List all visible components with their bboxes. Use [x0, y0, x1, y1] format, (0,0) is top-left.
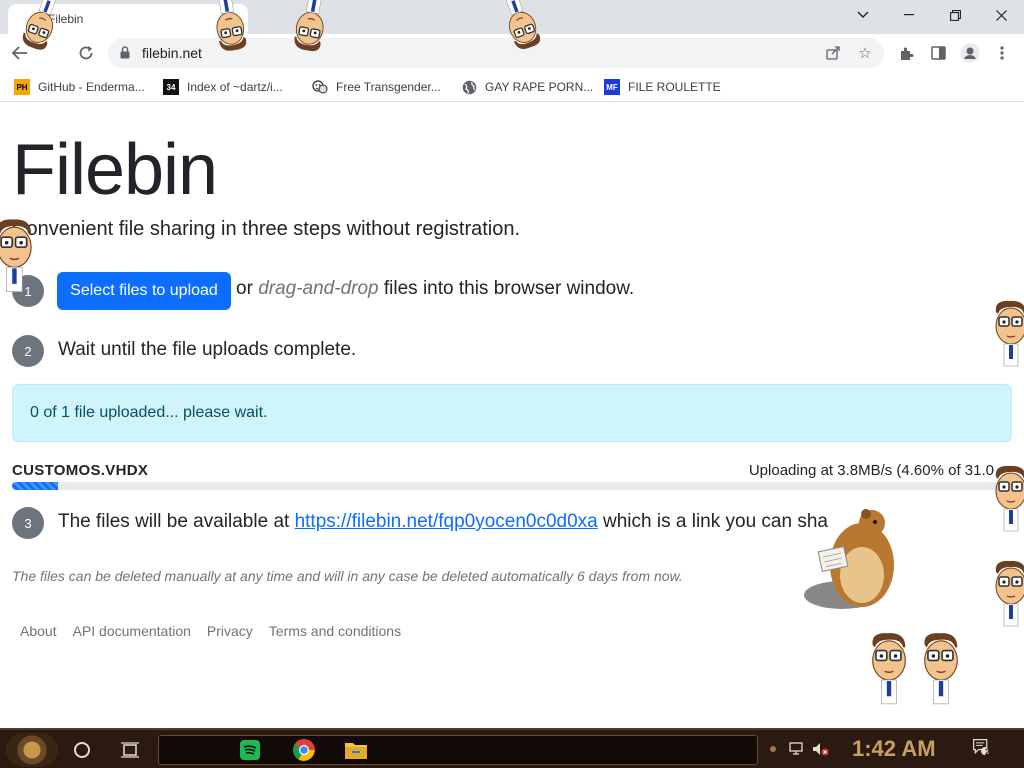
footer-about-link[interactable]: About [12, 623, 65, 639]
reload-icon[interactable] [72, 40, 100, 66]
start-button[interactable] [6, 733, 58, 767]
page-title: Filebin [12, 130, 218, 210]
ph-favicon-icon: PH [14, 79, 30, 95]
page-lead: Convenient file sharing in three steps w… [12, 218, 521, 240]
mf-favicon-icon: MF [604, 79, 620, 95]
extensions-icon[interactable] [894, 42, 918, 64]
step-1-or: or [236, 278, 253, 299]
page-content: Filebin Convenient file sharing in three… [0, 103, 1024, 728]
footer-api-docs-link[interactable]: API documentation [65, 623, 199, 639]
search-circle-icon[interactable] [64, 734, 100, 766]
bookmark-index-dartz[interactable]: 34 Index of ~dartz/i... [163, 77, 283, 97]
file-upload-status: Uploading at 3.8MB/s (4.60% of 31.0 [748, 462, 994, 479]
step-3-suffix: which is a link you can sha [603, 511, 828, 532]
step-2-text: Wait until the file uploads complete. [58, 339, 357, 360]
tab-strip: Filebin [0, 0, 1024, 34]
volume-muted-icon[interactable] [812, 740, 830, 758]
footer-terms-link[interactable]: Terms and conditions [261, 623, 409, 639]
bookmark-free-transgender[interactable]: Free Transgender... [312, 77, 441, 97]
bookmark-label: GitHub - Enderma... [38, 80, 145, 94]
upload-progress-bar [12, 482, 58, 490]
footer-links: About API documentation Privacy Terms an… [12, 623, 409, 639]
file-explorer-icon[interactable] [338, 734, 374, 766]
taskbar: 1:42 AM 2 [0, 728, 1024, 768]
footer-privacy-link[interactable]: Privacy [199, 623, 261, 639]
bookmark-globe-site[interactable]: GAY RAPE PORN... [461, 77, 593, 97]
chevron-down-icon[interactable] [840, 0, 886, 30]
close-icon[interactable] [978, 0, 1024, 30]
bookmark-file-roulette[interactable]: MF FILE ROULETTE [604, 77, 721, 97]
upload-progress-track [12, 482, 1012, 490]
tray-overflow-icon[interactable] [764, 740, 782, 758]
upload-status-text: 0 of 1 file uploaded... please wait. [30, 404, 268, 421]
deletion-note: The files can be deleted manually at any… [12, 568, 683, 584]
step-1-badge: 1 [12, 275, 44, 307]
bookmark-github[interactable]: PH GitHub - Enderma... [14, 77, 145, 97]
bookmark-label: Free Transgender... [336, 80, 441, 94]
step-3-badge: 3 [12, 507, 44, 539]
tab-title: Filebin [48, 12, 84, 26]
bookmark-star-icon[interactable]: ☆ [854, 43, 876, 63]
bookmark-label: Index of ~dartz/i... [187, 80, 283, 94]
bookmark-label: GAY RAPE PORN... [485, 80, 594, 94]
theater-masks-icon [312, 79, 328, 95]
dartz-favicon-icon: 34 [163, 79, 179, 95]
step-2-badge: 2 [12, 335, 44, 367]
bookmark-label: FILE ROULETTE [628, 80, 721, 94]
step-1-rest: files into this browser window. [383, 278, 635, 299]
select-files-button[interactable]: Select files to upload [57, 272, 231, 310]
notification-count-badge: 2 [985, 747, 991, 757]
step-3-text: The files will be available at https://f… [58, 511, 828, 533]
minimize-icon[interactable] [886, 0, 932, 30]
task-view-icon[interactable] [112, 734, 148, 766]
upload-status-alert: 0 of 1 file uploaded... please wait. [12, 384, 1012, 442]
address-bar[interactable]: filebin.net ☆ [108, 38, 884, 68]
profile-avatar-icon[interactable] [958, 42, 982, 64]
url-text[interactable]: filebin.net [142, 45, 202, 61]
bookmarks-bar: PH GitHub - Enderma... 34 Index of ~dart… [0, 72, 1024, 102]
taskbar-clock[interactable]: 1:42 AM [852, 736, 936, 762]
lock-icon[interactable] [120, 46, 130, 64]
globe-icon [461, 79, 477, 95]
share-icon[interactable] [822, 43, 844, 63]
file-name: CUSTOMOS.VHDX [12, 462, 149, 479]
maximize-icon[interactable] [932, 0, 978, 30]
step-1-emphasis: drag-and-drop [258, 278, 379, 299]
bin-url-link[interactable]: https://filebin.net/fqp0yocen0c0d0xa [295, 511, 598, 532]
step-1-text: or drag-and-drop files into this browser… [236, 278, 634, 300]
spotify-icon[interactable] [232, 734, 268, 766]
network-icon[interactable] [788, 740, 806, 758]
chrome-icon[interactable] [286, 734, 322, 766]
step-3-prefix: The files will be available at [58, 511, 290, 532]
kebab-menu-icon[interactable] [990, 42, 1014, 64]
side-panel-icon[interactable] [926, 42, 950, 64]
back-arrow-icon[interactable] [6, 40, 34, 66]
browser-toolbar: filebin.net ☆ [0, 34, 1024, 72]
browser-tab[interactable]: Filebin [8, 4, 248, 34]
